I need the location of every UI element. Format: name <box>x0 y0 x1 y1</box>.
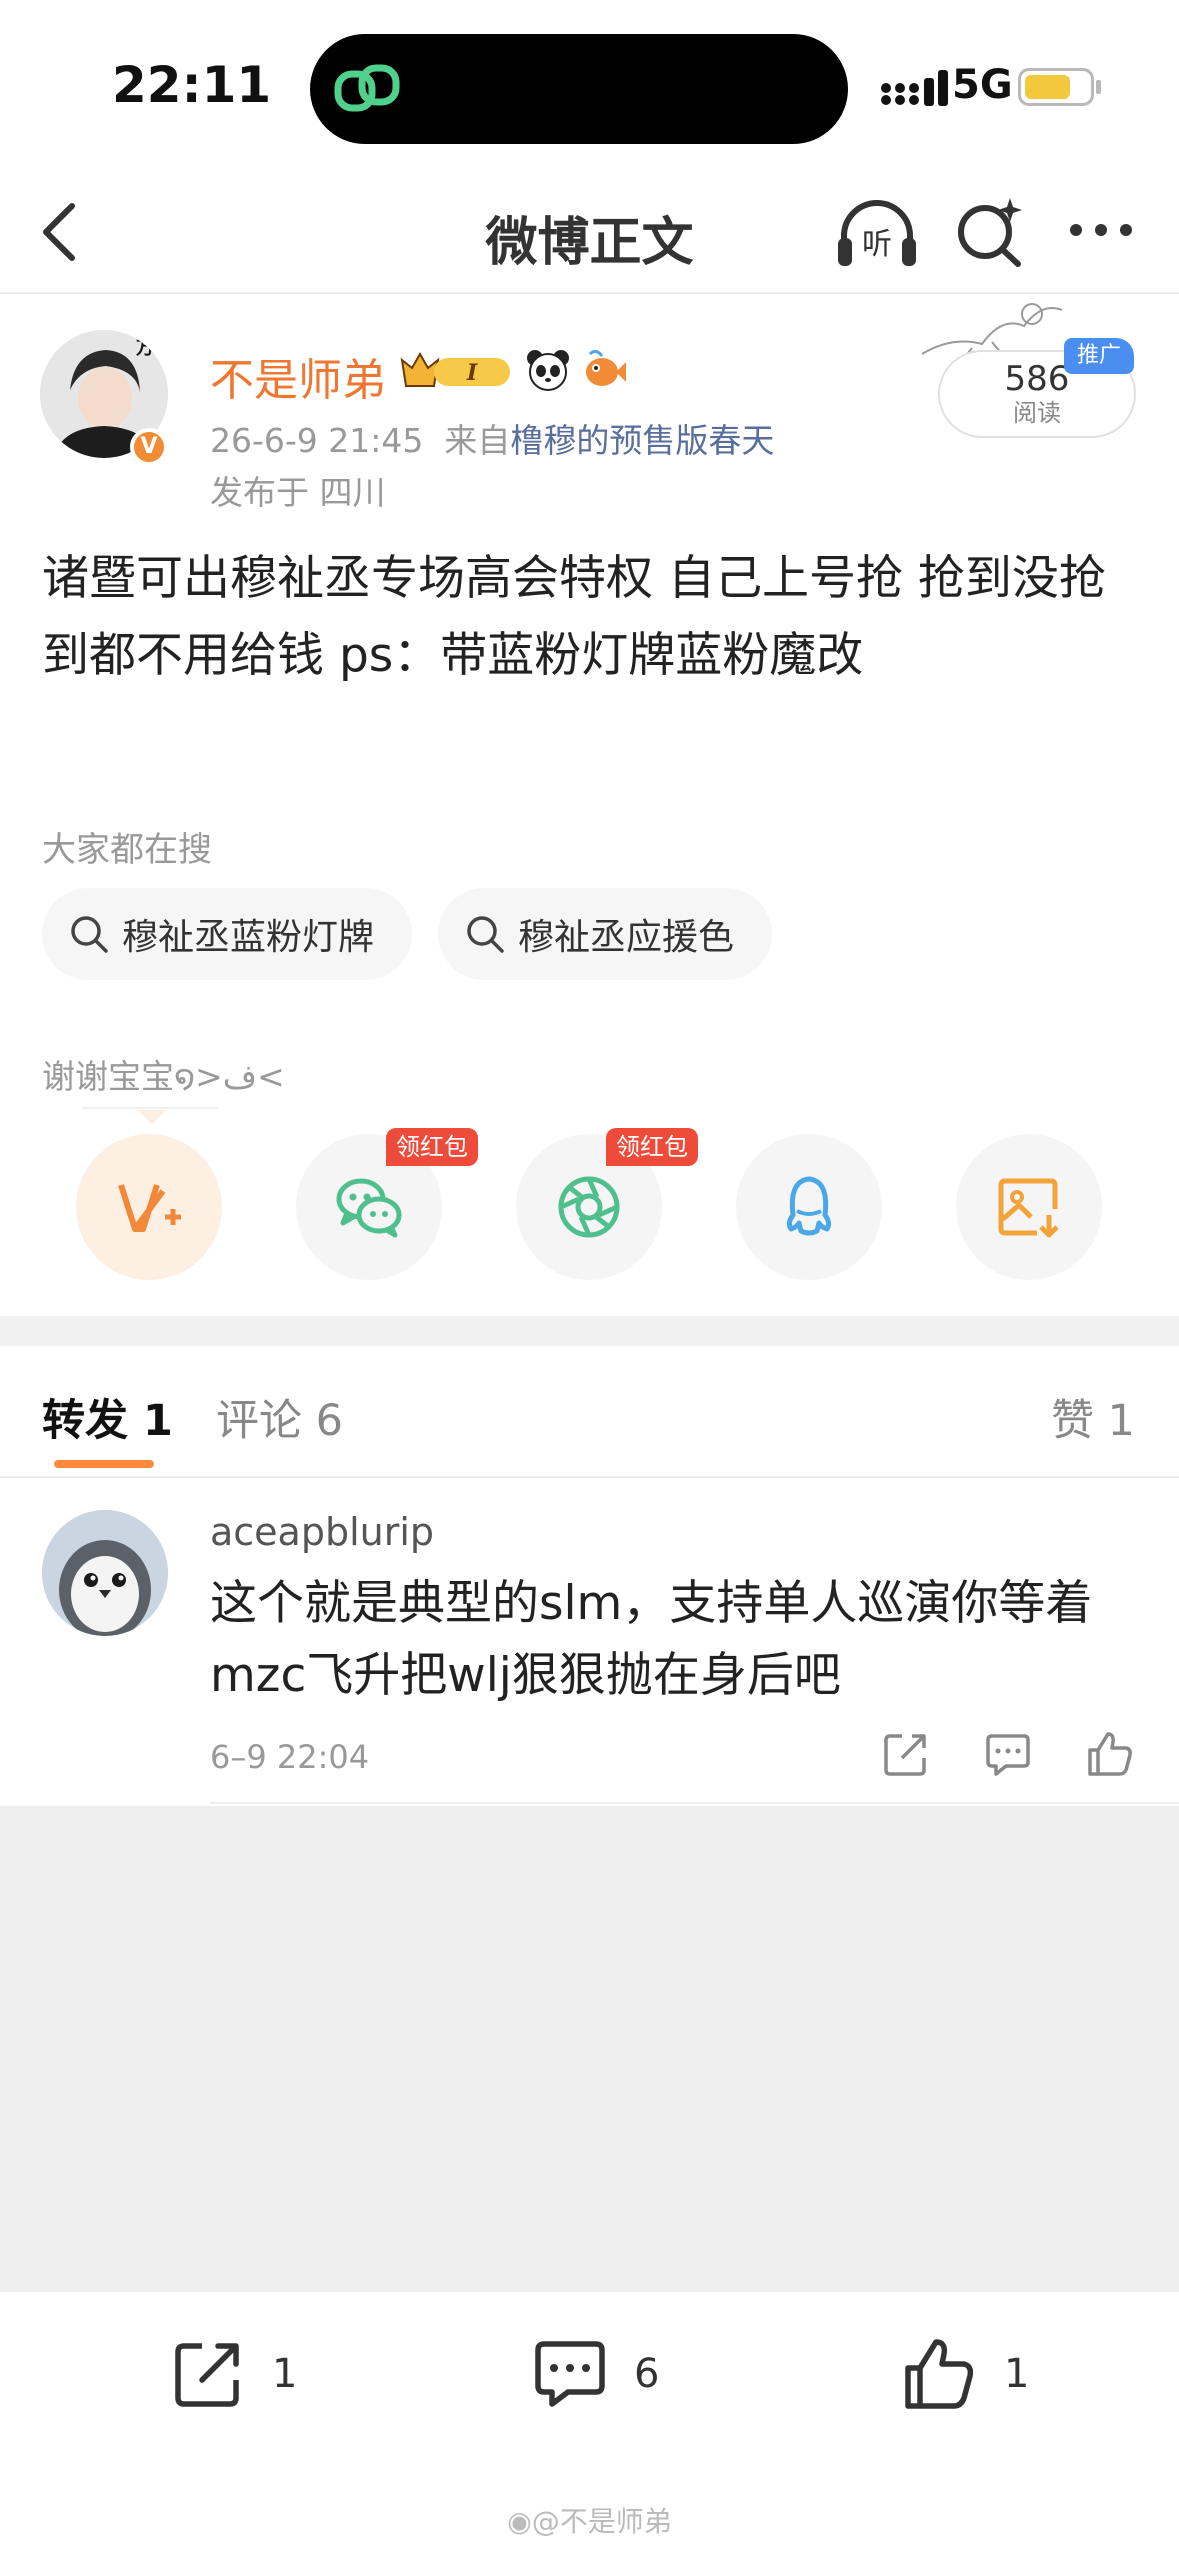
like-button[interactable]: 1 <box>898 2332 1029 2416</box>
moments-icon <box>558 1176 620 1238</box>
red-packet-tag: 领红包 <box>606 1128 698 1166</box>
network-type: 5G <box>952 62 1013 108</box>
link-icon <box>334 64 400 112</box>
repost-comment-icon[interactable] <box>982 1728 1034 1780</box>
more-options-icon[interactable] <box>1066 210 1136 250</box>
search-chip-label: 穆祉丞应援色 <box>518 917 735 958</box>
search-icon <box>467 916 504 953</box>
read-label: 阅读 <box>1013 399 1061 427</box>
search-sparkle-icon[interactable] <box>952 194 1028 270</box>
author-name[interactable]: 不是师弟 <box>210 344 386 408</box>
promote-badge[interactable]: 推广 <box>1064 338 1134 374</box>
cellular-signal-icon <box>881 70 948 106</box>
post-body-text: 诸暨可出穆祉丞专场高会特权 自己上号抢 抢到没抢到都不用给钱 ps：带蓝粉灯牌蓝… <box>42 551 1106 683</box>
repost-button[interactable]: 1 <box>166 2332 297 2416</box>
repost-share-icon[interactable] <box>880 1728 932 1780</box>
bottom-action-bar: 1 6 1 ◉@不是师弟 <box>0 2290 1179 2556</box>
divider <box>210 1802 1179 1804</box>
dynamic-island <box>310 34 848 144</box>
save-image-icon <box>998 1178 1059 1238</box>
repost-time: 6–9 22:04 <box>210 1738 370 1776</box>
divider <box>82 1107 218 1109</box>
search-icon <box>71 916 108 953</box>
author-badges: I <box>398 344 628 396</box>
panda-badge-icon[interactable] <box>524 346 572 394</box>
repost-like-icon[interactable] <box>1084 1728 1136 1780</box>
active-tab-indicator <box>54 1460 154 1468</box>
watermark-text: @不是师弟 <box>531 2505 672 2538</box>
share-qq-button[interactable] <box>736 1134 882 1280</box>
svg-text:I: I <box>466 360 478 386</box>
empty-area <box>0 1806 1179 2290</box>
comment-icon <box>535 2341 605 2407</box>
search-chip[interactable]: 穆祉丞应援色 <box>438 888 773 980</box>
share-wechat-button[interactable]: 领红包 <box>296 1128 478 1280</box>
vip-crown-badge-icon[interactable]: I <box>398 346 516 394</box>
weibo-watermark: ◉@不是师弟 <box>0 2500 1179 2540</box>
battery-nub <box>1096 80 1101 94</box>
thanks-message: 谢谢宝宝໑>ف< <box>42 1057 285 1096</box>
share-row: 领红包 领红包 <box>0 1128 1179 1280</box>
tooltip-pointer <box>138 1110 166 1124</box>
verified-badge-icon: V <box>130 428 168 466</box>
post-source-link[interactable]: 橹穆的预售版春天 <box>510 421 774 460</box>
status-bar: 22:11 5G <box>0 0 1179 170</box>
penguin-avatar-image <box>42 1510 168 1636</box>
svg-text:听: 听 <box>862 227 892 262</box>
like-thumb-icon <box>905 2339 974 2409</box>
tab-reposts[interactable]: 转发 1 <box>42 1386 173 1448</box>
v-plus-icon <box>118 1184 181 1232</box>
comment-count: 6 <box>634 2351 660 2397</box>
red-packet-tag: 领红包 <box>386 1128 478 1166</box>
search-chip-label: 穆祉丞蓝粉灯牌 <box>122 917 375 958</box>
fish-badge-icon[interactable] <box>580 346 628 394</box>
tab-comments[interactable]: 评论 6 <box>216 1386 343 1448</box>
repost-icon <box>175 2343 239 2407</box>
svg-text:万一: 万一 <box>135 338 168 359</box>
post-location: 发布于 四川 <box>210 473 386 512</box>
save-image-button[interactable] <box>956 1134 1102 1280</box>
share-moments-button[interactable]: 领红包 <box>516 1128 698 1280</box>
section-divider <box>0 1316 1179 1346</box>
repost-count: 1 <box>272 2351 298 2397</box>
trending-search-chips: 穆祉丞蓝粉灯牌 穆祉丞应援色 <box>42 888 773 980</box>
status-time: 22:11 <box>112 56 272 114</box>
comment-button[interactable]: 6 <box>528 2332 659 2416</box>
battery-icon <box>1018 68 1094 106</box>
trending-search-title: 大家都在搜 <box>42 830 212 870</box>
repost-text: 这个就是典型的slm，支持单人巡演你等着mzc飞升把wlj狠狠抛在身后吧 <box>210 1576 1093 1703</box>
qq-icon <box>786 1176 832 1236</box>
tab-likes[interactable]: 赞 1 <box>1051 1386 1135 1448</box>
interaction-tabs: 转发 1 评论 6 赞 1 <box>0 1346 1179 1478</box>
repost-user-avatar[interactable] <box>42 1510 168 1636</box>
listen-headphones-icon[interactable]: 听 <box>834 192 920 272</box>
like-count: 1 <box>1004 2351 1030 2397</box>
post-datetime: 26-6-9 21:45 <box>210 421 424 460</box>
search-chip[interactable]: 穆祉丞蓝粉灯牌 <box>42 888 413 980</box>
share-vip-button[interactable] <box>76 1134 222 1280</box>
weibo-logo-icon: ◉ <box>507 2505 532 2538</box>
wechat-icon <box>336 1178 402 1238</box>
post-meta: 26-6-9 21:45 来自橹穆的预售版春天 <box>210 414 774 462</box>
repost-username[interactable]: aceapblurip <box>210 1510 434 1554</box>
source-prefix: 来自 <box>444 421 511 460</box>
nav-bar: 微博正文 听 <box>0 170 1179 294</box>
